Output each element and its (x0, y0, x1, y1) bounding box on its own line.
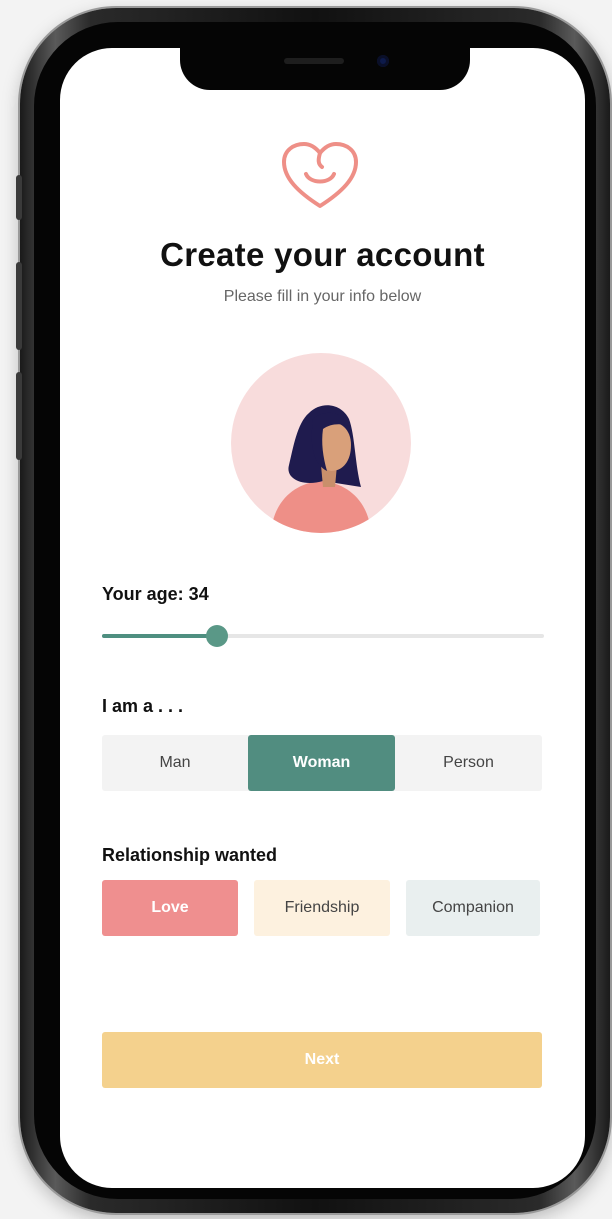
age-slider[interactable] (102, 625, 544, 647)
age-slider-fill (102, 634, 217, 638)
relationship-option-love[interactable]: Love (102, 880, 238, 936)
woman-avatar-icon (271, 405, 371, 533)
next-button[interactable]: Next (102, 1032, 542, 1088)
page-subtitle: Please fill in your info below (223, 288, 422, 305)
relationship-label: Relationship wanted (102, 845, 278, 865)
age-label: Your age: 34 (102, 584, 209, 604)
profile-avatar[interactable] (231, 353, 411, 533)
heart-smile-icon (282, 142, 358, 208)
gender-option-person[interactable]: Person (395, 735, 542, 791)
gender-selector: Man Woman Person (102, 735, 542, 791)
earpiece-speaker (284, 58, 344, 64)
age-slider-thumb[interactable] (205, 625, 228, 647)
page-title: Create your account (160, 236, 485, 273)
front-camera-icon (377, 55, 389, 67)
relationship-option-companion[interactable]: Companion (406, 880, 540, 936)
relationship-option-friendship[interactable]: Friendship (254, 880, 390, 936)
volume-up-button (16, 262, 22, 350)
volume-down-button (16, 372, 22, 460)
phone-notch (180, 48, 470, 90)
silent-switch (16, 175, 22, 220)
app-screen: Create your account Please fill in your … (60, 48, 585, 1188)
gender-option-woman[interactable]: Woman (248, 735, 395, 791)
gender-option-man[interactable]: Man (102, 735, 248, 791)
gender-label: I am a . . . (102, 696, 184, 716)
